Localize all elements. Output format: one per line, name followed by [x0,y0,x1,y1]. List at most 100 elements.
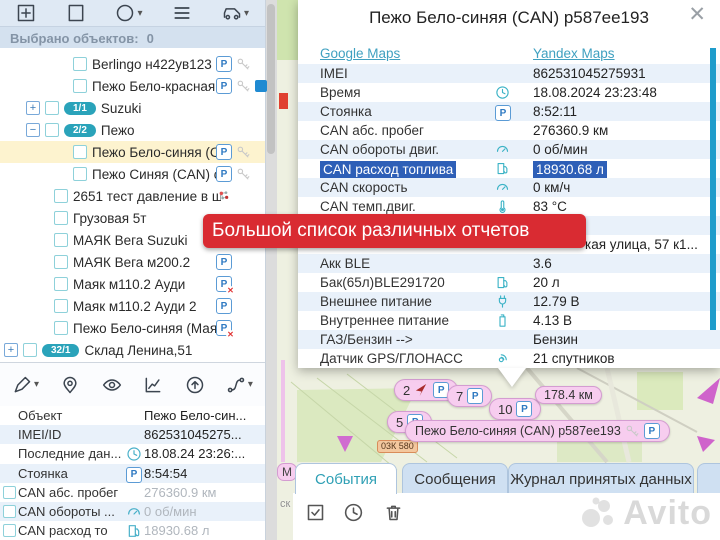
parameter-checkbox[interactable] [3,505,16,518]
unit-checkbox[interactable] [73,167,87,181]
detail-row: Последние дан...18.08.24 23:26:... [0,444,265,463]
unit-checkbox[interactable] [54,321,68,335]
unit-list: Berlingo н422ув123PПежо Бело-краснаяP+1/… [0,48,265,367]
unit-list-item[interactable]: −2/2Пежо [0,119,265,141]
unit-checkbox[interactable] [54,277,68,291]
map-place-label: ск [280,498,290,510]
popup-row-label: Внешнее питание [320,294,432,309]
expand-icon[interactable]: + [26,101,40,115]
unit-list-item[interactable]: +1/1Suzuki [0,97,265,119]
upload-button[interactable] [185,375,205,395]
expand-icon[interactable]: + [4,343,18,357]
selected-objects-header: Выбрано объектов: 0 [0,27,265,49]
popup-row-label: Время [320,85,361,100]
map-marker-label[interactable]: 10P [489,398,541,420]
chart-button[interactable] [143,375,163,395]
parking-badge-icon: P [644,423,660,439]
unit-checkbox[interactable] [73,57,87,71]
avito-watermark: Avito [579,493,712,533]
route-button[interactable]: ▾ [226,375,253,395]
tab-События[interactable]: События [295,463,397,494]
select-events-icon[interactable] [305,502,326,523]
detail-label: Последние дан... [18,446,126,461]
unit-list-item[interactable]: Пежо Синяя (CAN) сP [0,163,265,185]
popup-row-value: 12.79 В [533,294,580,309]
unit-details-table: ОбъектПежо Бело-син...IMEI/ID86253104527… [0,406,265,540]
popup-row-value: 3.6 [533,256,552,271]
popup-scrollbar[interactable] [710,48,716,330]
detail-value: 276360.9 км [144,485,216,500]
gauge-icon [495,142,510,157]
location-button[interactable] [60,375,80,395]
close-icon[interactable]: ✕ [688,2,706,27]
fuel-icon [495,161,510,176]
list-button[interactable] [172,3,192,23]
unit-label: Грузовая 5т [73,211,147,226]
plug-icon [495,294,510,309]
popup-row-label: ГАЗ/Бензин --> [320,332,413,347]
unit-checkbox[interactable] [45,101,59,115]
parking-badge-icon: P [216,78,232,94]
unit-list-item[interactable]: Маяк м110.2 АудиP✕ [0,273,265,295]
unit-list-item[interactable]: Пежо Бело-синяя (МаяP✕ [0,317,265,339]
unit-checkbox[interactable] [54,299,68,313]
delete-events-icon[interactable] [383,502,404,523]
gauge-icon [495,180,510,195]
google-maps-link[interactable]: Google Maps [320,46,400,61]
group-count-badge: 32/1 [42,344,79,357]
map-marker-text: 178.4 км [544,388,593,402]
parameter-checkbox[interactable] [3,524,16,537]
unit-list-item[interactable]: +32/1Склад Ленина,51 [0,339,265,361]
unit-list-item[interactable]: Пежо Бело-краснаяP [0,75,265,97]
unit-checkbox[interactable] [73,145,87,159]
edit-button[interactable]: ▾ [12,375,39,395]
unit-checkbox[interactable] [54,255,68,269]
parameter-checkbox[interactable] [3,486,16,499]
chevron-down-icon: ▾ [248,379,253,390]
unit-list-item[interactable]: 2651 тест давление в ш [0,185,265,207]
collapse-icon[interactable]: − [26,123,40,137]
time-filter-icon[interactable] [343,502,364,523]
popup-row: CAN обороты двиг.0 об/мин [298,140,720,159]
visibility-button[interactable] [102,375,122,395]
map-marker-label[interactable]: Пежо Бело-синяя (CAN) p587ee193P [405,420,670,442]
avito-watermark-text: Avito [623,494,712,533]
map-marker-label[interactable]: 178.4 км [535,386,602,404]
selected-objects-count: 0 [147,31,154,46]
popup-row-value: 21 спутников [533,351,615,366]
tab-Сообщения[interactable]: Сообщения [402,463,508,494]
add-square-button[interactable] [16,3,36,23]
map-marker-label[interactable]: 7P [447,385,492,407]
tab-stub[interactable] [697,463,720,494]
unit-actions-toolbar: ▾▾ [0,362,265,407]
unit-checkbox[interactable] [54,233,68,247]
unit-list-item[interactable]: МАЯК Вега м200.2P [0,251,265,273]
unit-checkbox[interactable] [54,189,68,203]
popup-row-value: 18.08.2024 23:23:48 [533,85,657,100]
unit-checkbox[interactable] [23,343,37,357]
chevron-down-icon: ▾ [34,379,39,390]
selected-objects-label: Выбрано объектов: [10,31,139,46]
avito-logo-icon [579,493,619,533]
detail-value: 18930.68 л [144,523,209,538]
popup-row-label: CAN расход топлива [320,161,456,178]
unit-checkbox[interactable] [45,123,59,137]
car-filter-button[interactable]: ▾ [222,3,249,23]
direction-arrow-icon [414,383,429,398]
tab-Журнал принятых данных[interactable]: Журнал принятых данных [508,463,694,494]
unit-label: Suzuki [101,101,142,116]
square-button[interactable] [66,3,86,23]
unit-list-item[interactable]: Пежо Бело-синяя (СP [0,141,265,163]
unit-list-item[interactable]: Маяк м110.2 Ауди 2P [0,295,265,317]
unit-checkbox[interactable] [54,211,68,225]
yandex-maps-link[interactable]: Yandex Maps [533,46,615,61]
circle-select-button[interactable]: ▾ [115,3,142,23]
map-marker-text: 5 [396,415,403,430]
parking-badge-icon: P [216,56,232,72]
popup-row-value: 83 °C [533,199,567,214]
map-marker-m[interactable]: М [277,463,297,481]
vehicle-info-popup: Пежо Бело-синяя (CAN) p587ee193 ✕ Google… [298,0,720,368]
popup-row: IMEI862531045275931 [298,64,720,83]
unit-checkbox[interactable] [73,79,87,93]
unit-list-item[interactable]: Berlingo н422ув123P [0,53,265,75]
